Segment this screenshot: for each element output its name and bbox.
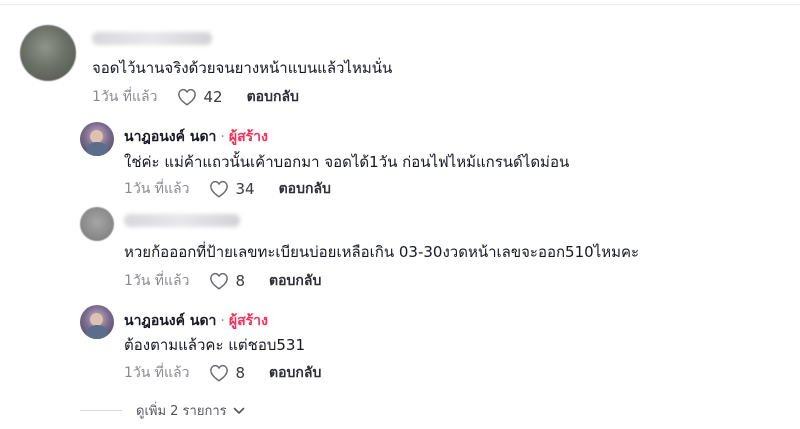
like-count: 34 [235, 180, 255, 198]
comment-time: 1วัน ที่แล้ว [92, 89, 158, 105]
username-blurred[interactable] [124, 214, 240, 227]
username-blurred[interactable] [92, 32, 212, 45]
like-count: 42 [203, 88, 223, 106]
like-button[interactable]: 8 [209, 364, 269, 382]
view-more-replies-button[interactable]: ดูเพิ่ม 2 รายการ [136, 400, 245, 421]
creator-badge: ผู้สร้าง [228, 129, 268, 145]
comment-meta: 1วัน ที่แล้ว 42 ตอบกลับ [92, 86, 299, 108]
reply-button[interactable]: ตอบกลับ [269, 362, 321, 384]
view-more-divider [80, 410, 122, 411]
avatar[interactable] [20, 25, 76, 81]
avatar[interactable] [80, 207, 114, 241]
comment-time: 1วัน ที่แล้ว [124, 273, 190, 289]
heart-outline-icon [210, 364, 229, 382]
comment-time: 1วัน ที่แล้ว [124, 181, 190, 197]
comment-text: หวยก้อออกที่ป้ายเลขทะเบียนบ่อยเหลือเกิน … [124, 243, 640, 261]
creator-badge: ผู้สร้าง [228, 313, 268, 329]
comment-meta: 1วัน ที่แล้ว 8 ตอบกลับ [124, 362, 321, 384]
top-divider [0, 4, 800, 5]
reply-button[interactable]: ตอบกลับ [279, 178, 331, 200]
comment-author[interactable]: นาฎอนงค์ นดา · ผู้สร้าง [124, 310, 268, 332]
creator-avatar[interactable] [80, 122, 114, 156]
author-separator: · [220, 313, 225, 329]
heart-outline-icon [178, 88, 197, 106]
author-name[interactable]: นาฎอนงค์ นดา [124, 313, 216, 329]
comment-time: 1วัน ที่แล้ว [124, 365, 190, 381]
comment-author[interactable]: นาฎอนงค์ นดา · ผู้สร้าง [124, 126, 268, 148]
author-name[interactable]: นาฎอนงค์ นดา [124, 129, 216, 145]
creator-avatar[interactable] [80, 305, 114, 339]
like-button[interactable]: 34 [209, 180, 278, 198]
reply-button[interactable]: ตอบกลับ [247, 86, 299, 108]
comment-text: ต้องตามแล้วคะ แต่ชอบ531 [124, 336, 306, 354]
comment-text: ใช่ค่ะ แม่ค้าแถวนั้นเค้าบอกมา จอดได้1วัน… [124, 153, 570, 171]
author-separator: · [220, 129, 225, 145]
like-button[interactable]: 8 [209, 272, 269, 290]
chevron-down-icon [233, 407, 244, 414]
view-more-label: ดูเพิ่ม 2 รายการ [136, 404, 227, 419]
comment-meta: 1วัน ที่แล้ว 8 ตอบกลับ [124, 270, 321, 292]
like-count: 8 [235, 272, 246, 290]
heart-outline-icon [210, 272, 229, 290]
like-count: 8 [235, 364, 246, 382]
like-button[interactable]: 42 [177, 88, 246, 106]
reply-button[interactable]: ตอบกลับ [269, 270, 321, 292]
heart-outline-icon [210, 180, 229, 198]
view-more-row: ดูเพิ่ม 2 รายการ [80, 400, 245, 421]
comment-text: จอดไว้นานจริงด้วยจนยางหน้าแบนแล้วไหมนั่น [92, 59, 393, 77]
comment-meta: 1วัน ที่แล้ว 34 ตอบกลับ [124, 178, 331, 200]
